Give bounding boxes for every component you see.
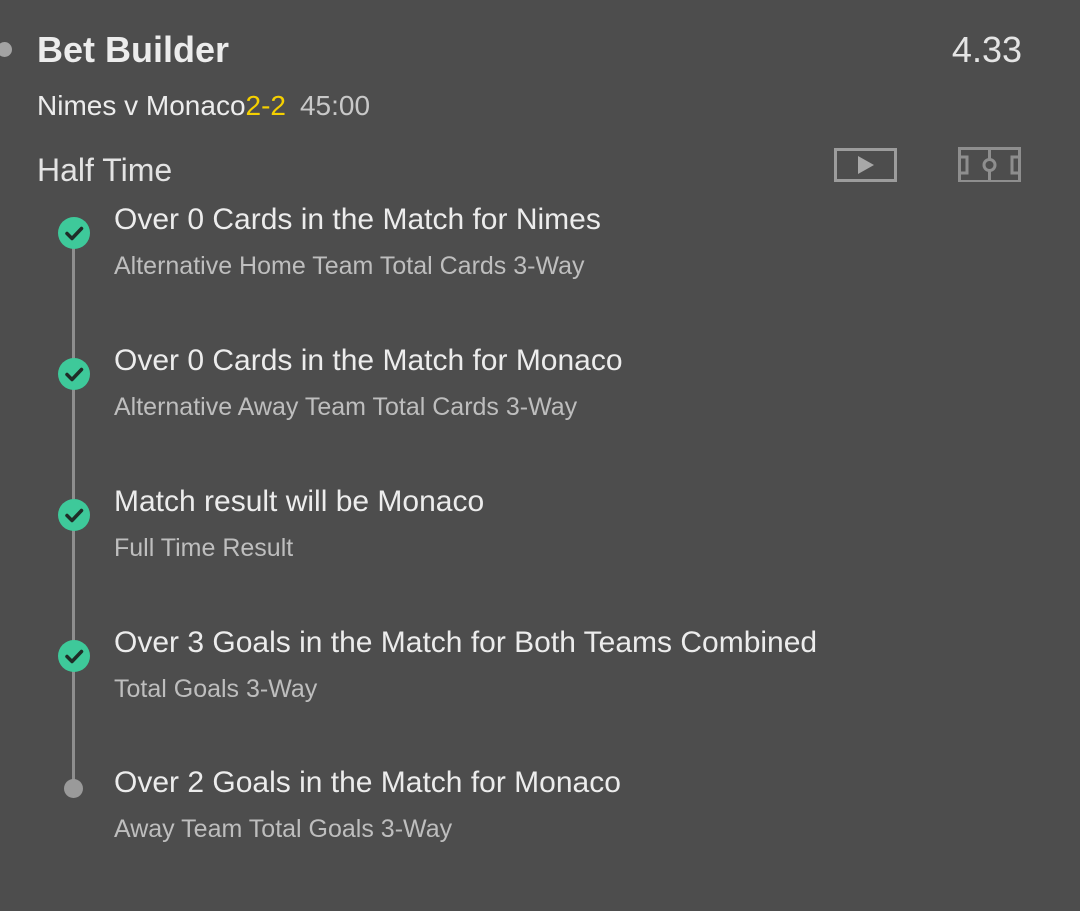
selection-name: Over 2 Goals in the Match for Monaco xyxy=(114,766,621,799)
selection-market: Away Team Total Goals 3-Way xyxy=(114,815,453,843)
selection-name: Over 0 Cards in the Match for Nimes xyxy=(114,203,601,236)
selection-market: Full Time Result xyxy=(114,534,294,562)
match-score: 2-2 xyxy=(245,90,286,121)
won-marker xyxy=(58,499,90,531)
selection-market: Alternative Away Team Total Cards 3-Way xyxy=(114,393,578,421)
won-marker xyxy=(58,217,90,249)
selection-name: Over 0 Cards in the Match for Monaco xyxy=(114,344,623,377)
selection-item: Match result will be Monaco Full Time Re… xyxy=(0,482,1080,602)
selection-item: Over 0 Cards in the Match for Nimes Alte… xyxy=(0,200,1080,320)
match-period: Half Time xyxy=(37,152,173,188)
check-icon xyxy=(65,649,84,664)
football-pitch-icon[interactable] xyxy=(957,146,1023,183)
check-icon xyxy=(65,508,84,523)
bet-status-dot xyxy=(0,42,12,57)
bet-odds: 4.33 xyxy=(951,29,1022,70)
selection-name: Match result will be Monaco xyxy=(114,485,485,518)
selection-item: Over 3 Goals in the Match for Both Teams… xyxy=(0,623,1080,743)
match-clock: 45:00 xyxy=(299,90,371,121)
check-icon xyxy=(65,226,84,241)
won-marker xyxy=(58,358,90,390)
pending-marker xyxy=(64,779,83,798)
won-marker xyxy=(58,640,90,672)
match-teams: Nimes v Monaco xyxy=(37,90,246,121)
selection-market: Alternative Home Team Total Cards 3-Way xyxy=(114,252,585,280)
bet-title: Bet Builder xyxy=(37,29,230,70)
selection-name: Over 3 Goals in the Match for Both Teams… xyxy=(114,626,818,659)
match-info: Nimes v Monaco2-2 45:00 xyxy=(37,88,370,124)
selection-item: Over 0 Cards in the Match for Monaco Alt… xyxy=(0,341,1080,461)
selection-item: Over 2 Goals in the Match for Monaco Awa… xyxy=(0,763,1080,883)
selection-market: Total Goals 3-Way xyxy=(114,675,318,703)
check-icon xyxy=(65,367,84,382)
play-video-icon[interactable] xyxy=(834,146,898,182)
